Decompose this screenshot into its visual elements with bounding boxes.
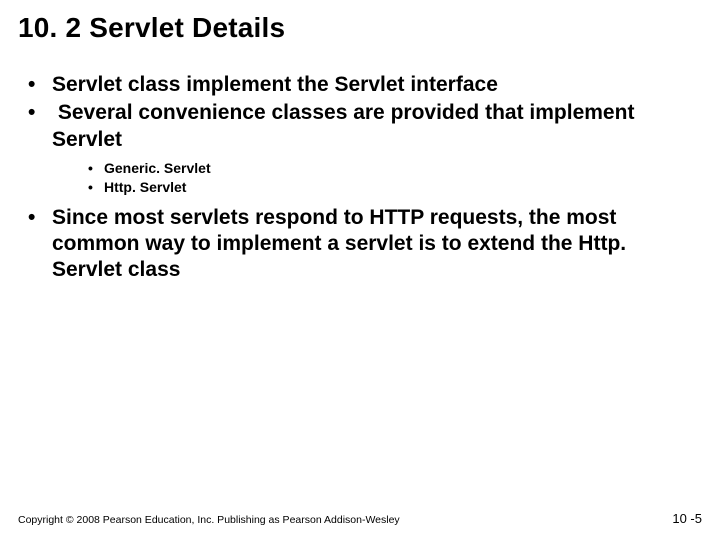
bullet-list: Servlet class implement the Servlet inte… <box>28 72 696 283</box>
footer-page-number: 10 -5 <box>672 511 702 526</box>
sub-bullet-list: Generic. Servlet Http. Servlet <box>52 159 696 197</box>
slide: 10. 2 Servlet Details Servlet class impl… <box>0 0 720 540</box>
slide-body: Servlet class implement the Servlet inte… <box>28 72 696 285</box>
sub-bullet-item: Http. Servlet <box>88 178 696 197</box>
footer-copyright: Copyright © 2008 Pearson Education, Inc.… <box>18 514 400 526</box>
bullet-item: Several convenience classes are provided… <box>28 100 696 196</box>
slide-title: 10. 2 Servlet Details <box>18 12 285 44</box>
sub-bullet-item: Generic. Servlet <box>88 159 696 178</box>
bullet-item: Since most servlets respond to HTTP requ… <box>28 205 696 284</box>
bullet-item: Servlet class implement the Servlet inte… <box>28 72 696 98</box>
bullet-text: Several convenience classes are provided… <box>52 101 634 150</box>
